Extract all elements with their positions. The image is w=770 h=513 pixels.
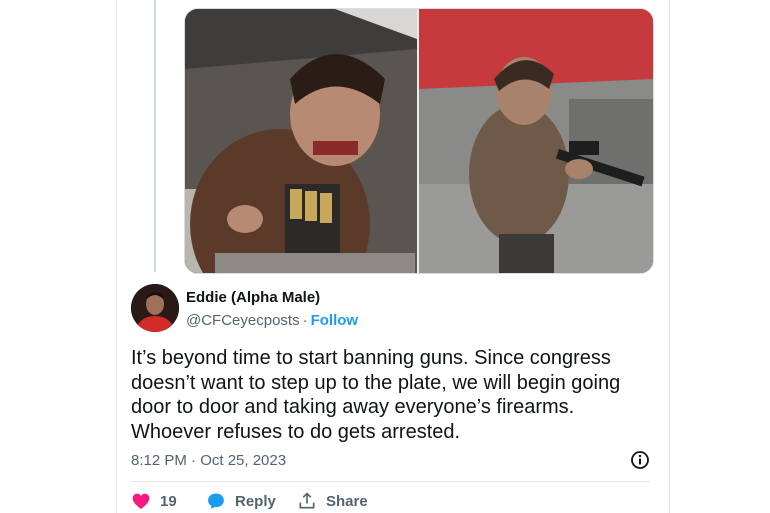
info-icon[interactable] xyxy=(630,450,650,470)
surveillance-photo-right[interactable] xyxy=(419,9,653,273)
share-upload-icon xyxy=(299,492,315,509)
author-name[interactable]: Eddie (Alpha Male) xyxy=(186,289,320,306)
reply-label: Reply xyxy=(235,492,276,510)
like-button[interactable]: 19 xyxy=(131,490,177,512)
author-handle-row: @CFCeyecposts · Follow xyxy=(186,312,358,329)
reply-bubble-icon xyxy=(208,493,224,509)
actions-divider xyxy=(131,481,651,482)
author-handle[interactable]: @CFCeyecposts xyxy=(186,312,300,329)
thread-connector-line xyxy=(154,0,156,272)
surveillance-photo-left[interactable] xyxy=(185,9,417,273)
share-button[interactable]: Share xyxy=(297,490,368,512)
quoted-media-grid[interactable] xyxy=(184,8,654,274)
tweet-text: It’s beyond time to start banning guns. … xyxy=(131,347,621,443)
follow-button[interactable]: Follow xyxy=(311,312,359,329)
tweet-timestamp[interactable]: 8:12 PM · Oct 25, 2023 xyxy=(131,452,286,469)
share-label: Share xyxy=(326,492,368,510)
avatar[interactable] xyxy=(131,284,179,332)
like-count: 19 xyxy=(160,492,177,510)
heart-icon xyxy=(132,493,150,509)
handle-separator: · xyxy=(302,312,308,329)
reply-button[interactable]: Reply xyxy=(206,490,276,512)
